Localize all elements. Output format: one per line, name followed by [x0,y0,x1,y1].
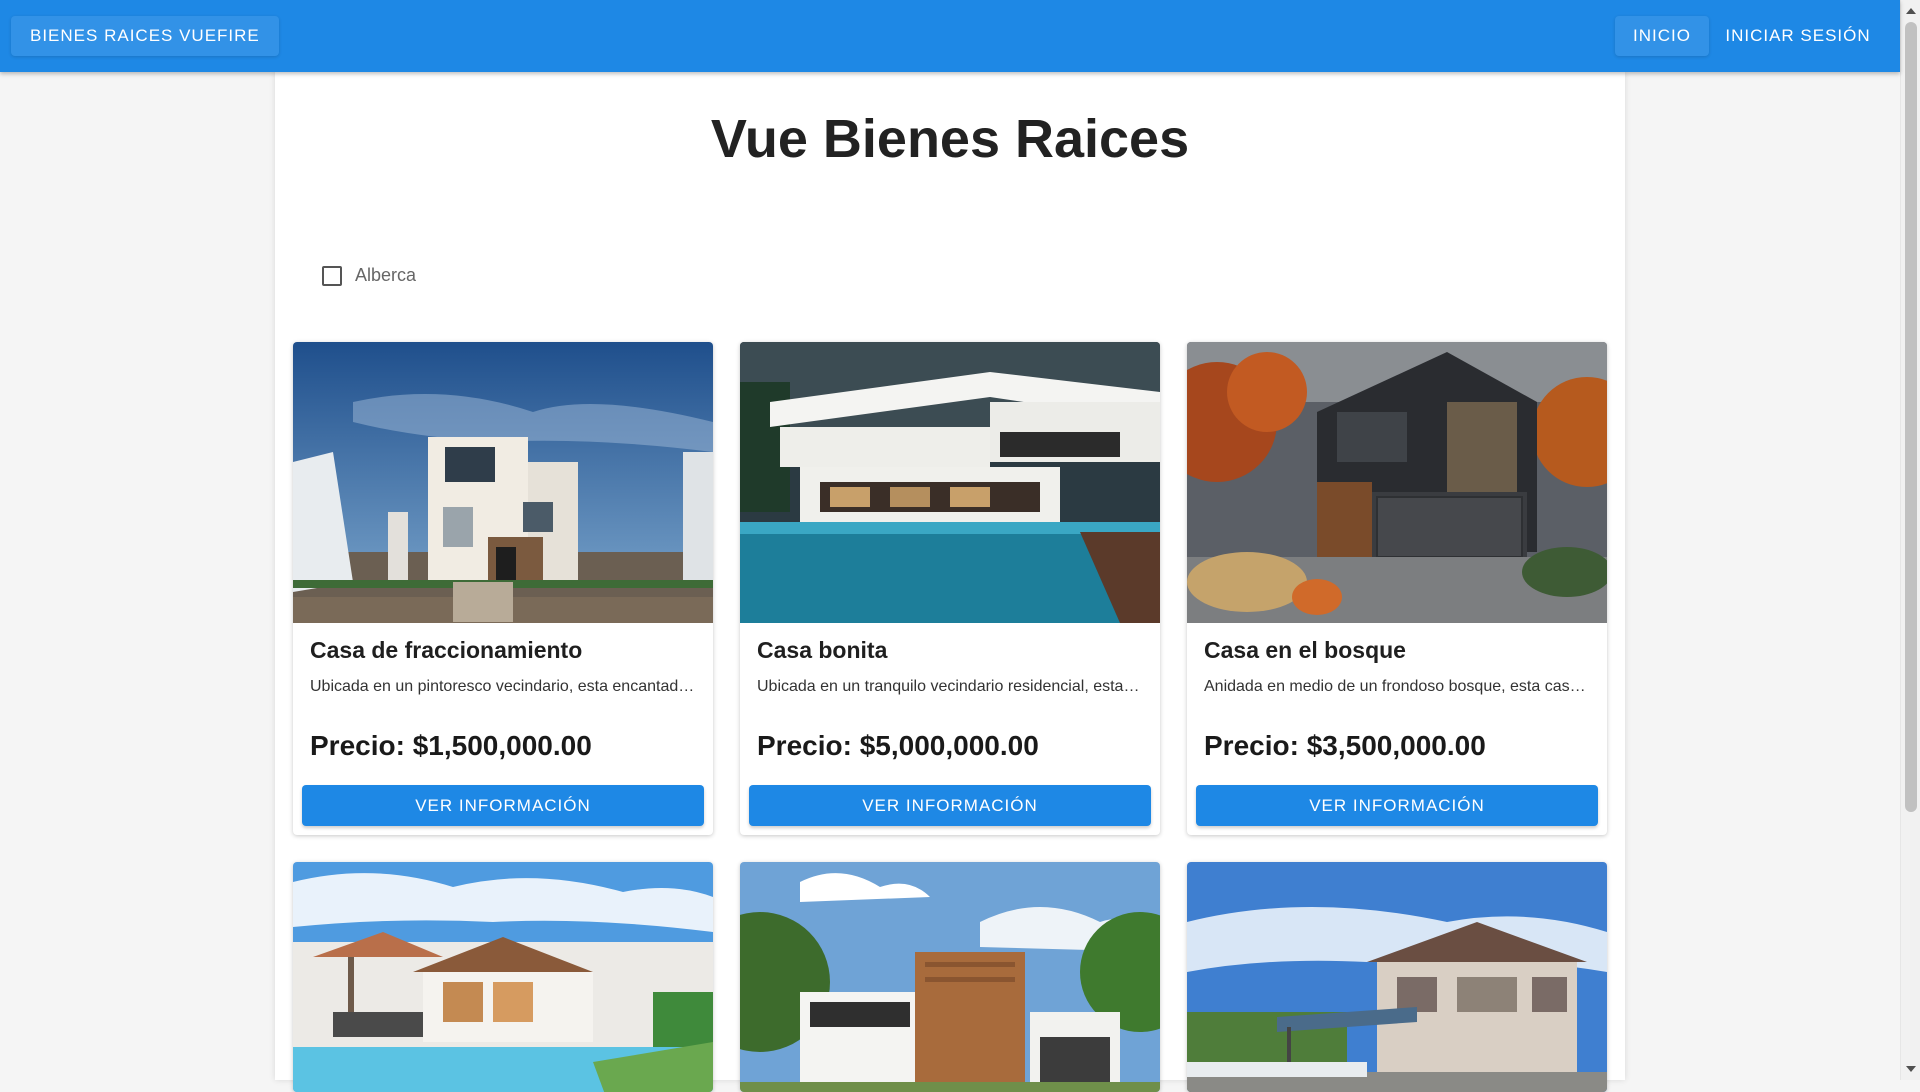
property-price: Precio: $1,500,000.00 [310,730,592,761]
ver-informacion-button[interactable]: VER INFORMACIÓN [1196,785,1598,826]
property-image [1187,862,1607,1092]
alberca-filter[interactable]: Alberca [322,265,416,286]
property-title: Casa de fraccionamiento [310,637,583,663]
property-title: Casa bonita [757,637,888,663]
property-title: Casa en el bosque [1204,637,1406,663]
property-card: Casa bonita Ubicada en un tranquilo veci… [740,342,1160,835]
property-description: Anidada en medio de un frondoso bosque, … [1204,678,1589,695]
page-title: Vue Bienes Raices [710,109,1190,169]
property-image [293,862,713,1092]
ver-informacion-button[interactable]: VER INFORMACIÓN [749,785,1151,826]
property-image [293,342,713,623]
alberca-label: Alberca [355,265,417,285]
property-description: Ubicada en un pintoresco vecindario, est… [310,678,695,695]
app-bar: BIENES RAICES VUEFIRE INICIO INICIAR SES… [0,0,1900,72]
nav-inicio-button[interactable]: INICIO [1615,16,1709,56]
property-card [1187,862,1607,1092]
property-card [293,862,713,1092]
property-image [740,342,1160,623]
ver-informacion-button[interactable]: VER INFORMACIÓN [302,785,704,826]
brand-button[interactable]: BIENES RAICES VUEFIRE [11,16,279,56]
scroll-down-arrow-icon[interactable] [1906,1066,1916,1072]
property-card: Casa de fraccionamiento Ubicada en un pi… [293,342,713,835]
alberca-checkbox[interactable] [322,265,342,286]
scroll-up-arrow-icon[interactable] [1906,8,1916,14]
main-container: Vue Bienes Raices Alberca Casa de fracci… [275,72,1625,1092]
property-image [740,862,1160,1092]
nav-login-button[interactable]: INICIAR SESIÓN [1716,16,1880,56]
property-image [1187,342,1607,623]
property-card [740,862,1160,1092]
page-scrollbar[interactable] [1900,0,1920,1080]
property-price: Precio: $3,500,000.00 [1204,730,1486,761]
property-description: Ubicada en un tranquilo vecindario resid… [757,678,1142,695]
property-price: Precio: $5,000,000.00 [757,730,1039,761]
property-card: Casa en el bosque Anidada en medio de un… [1187,342,1607,835]
scrollbar-thumb[interactable] [1905,22,1917,812]
